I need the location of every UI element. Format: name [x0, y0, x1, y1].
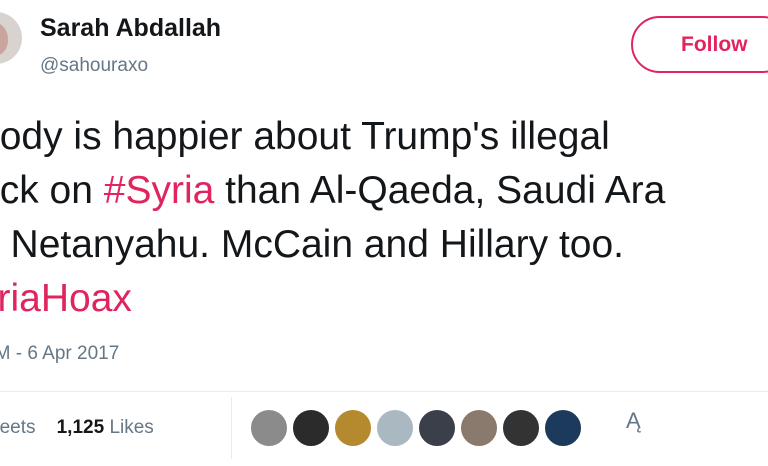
- tweet-line: body is happier about Trump's illegal: [0, 110, 665, 164]
- dark-avatar[interactable]: [501, 408, 541, 448]
- pattern-avatar[interactable]: [459, 408, 499, 448]
- person-avatar[interactable]: [417, 408, 457, 448]
- tweet-text-segment: d Netanyahu. McCain and Hillary too.: [0, 223, 624, 266]
- stats-separator: [231, 397, 232, 459]
- likes-count[interactable]: 1,125: [57, 417, 105, 438]
- tweet-text-segment: body is happier about Trump's illegal: [0, 115, 610, 158]
- hashtag-link[interactable]: #Syria: [104, 169, 215, 212]
- hashtag-link[interactable]: yriaHoax: [0, 277, 132, 320]
- gold-avatar[interactable]: [333, 408, 373, 448]
- divider: [0, 391, 768, 392]
- retweets-label[interactable]: etweets: [0, 417, 35, 438]
- tweet-timestamp[interactable]: PM - 6 Apr 2017: [0, 343, 119, 365]
- dark-avatar[interactable]: [291, 408, 331, 448]
- profile-avatar[interactable]: [0, 12, 22, 64]
- follow-button[interactable]: Follow: [631, 16, 768, 73]
- tweet-stats: etweets 1,125 Likes: [0, 417, 154, 439]
- tweet-text: body is happier about Trump's illegal ack…: [0, 110, 665, 326]
- tweet-line: ack on #Syria than Al-Qaeda, Saudi Ara: [0, 164, 665, 218]
- tweet-text-segment: ack on: [0, 169, 93, 212]
- tweet-line: d Netanyahu. McCain and Hillary too.: [0, 218, 665, 272]
- tweet-text-segment: than Al-Qaeda, Saudi Ara: [214, 169, 666, 212]
- blue-avatar[interactable]: [543, 408, 583, 448]
- default-avatar[interactable]: [375, 408, 415, 448]
- cat-avatar[interactable]: [249, 408, 289, 448]
- likes-label[interactable]: Likes: [109, 417, 153, 438]
- display-name[interactable]: Sarah Abdallah: [40, 14, 221, 43]
- tweet-line: yriaHoax: [0, 272, 665, 326]
- user-handle[interactable]: @sahouraxo: [40, 55, 148, 77]
- more-likers-icon[interactable]: Ą: [626, 410, 641, 432]
